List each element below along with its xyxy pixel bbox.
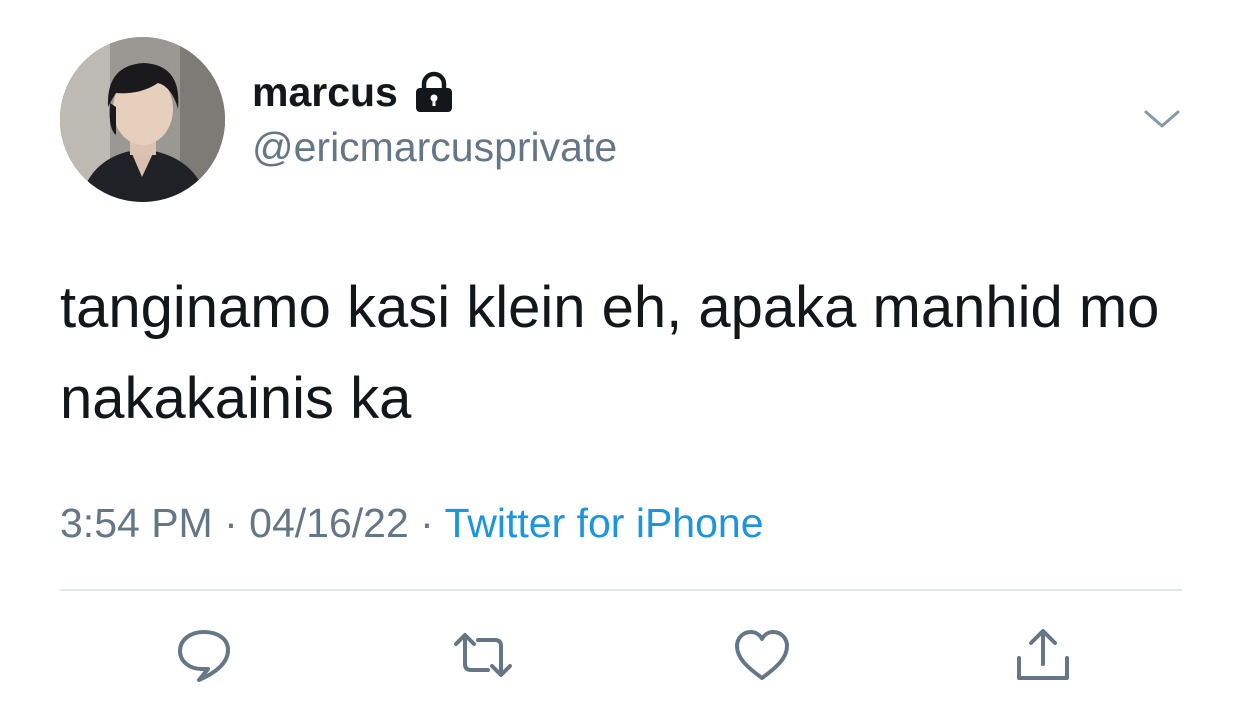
- reply-icon: [178, 630, 230, 682]
- tweet-date[interactable]: 04/16/22: [249, 500, 409, 546]
- tweet-time[interactable]: 3:54 PM: [60, 500, 213, 546]
- display-name[interactable]: marcus: [252, 69, 398, 116]
- retweet-icon: [454, 633, 512, 677]
- heart-icon: [735, 630, 789, 680]
- meta-separator: ·: [420, 500, 445, 546]
- meta-separator: ·: [224, 500, 250, 546]
- lock-icon: [412, 70, 456, 114]
- author-handle[interactable]: @ericmarcusprivate: [252, 124, 617, 171]
- tweet-card: marcus @ericmarcusprivate tanginamo kasi…: [0, 0, 1242, 723]
- chevron-down-icon: [1144, 110, 1180, 128]
- share-button[interactable]: [1014, 626, 1072, 684]
- like-button[interactable]: [733, 626, 791, 684]
- tweet-meta: 3:54 PM · 04/16/22 · Twitter for iPhone: [60, 500, 764, 547]
- avatar[interactable]: [60, 37, 225, 202]
- tweet-source-link[interactable]: Twitter for iPhone: [444, 500, 763, 546]
- share-icon: [1017, 629, 1069, 680]
- avatar-photo: [60, 37, 225, 202]
- tweet-text: tanginamo kasi klein eh, apaka manhid mo…: [60, 275, 1160, 431]
- author-name-row: marcus: [252, 66, 456, 118]
- more-options-button[interactable]: [1140, 104, 1184, 134]
- reply-button[interactable]: [175, 626, 233, 684]
- retweet-button[interactable]: [452, 626, 512, 684]
- divider: [60, 589, 1182, 591]
